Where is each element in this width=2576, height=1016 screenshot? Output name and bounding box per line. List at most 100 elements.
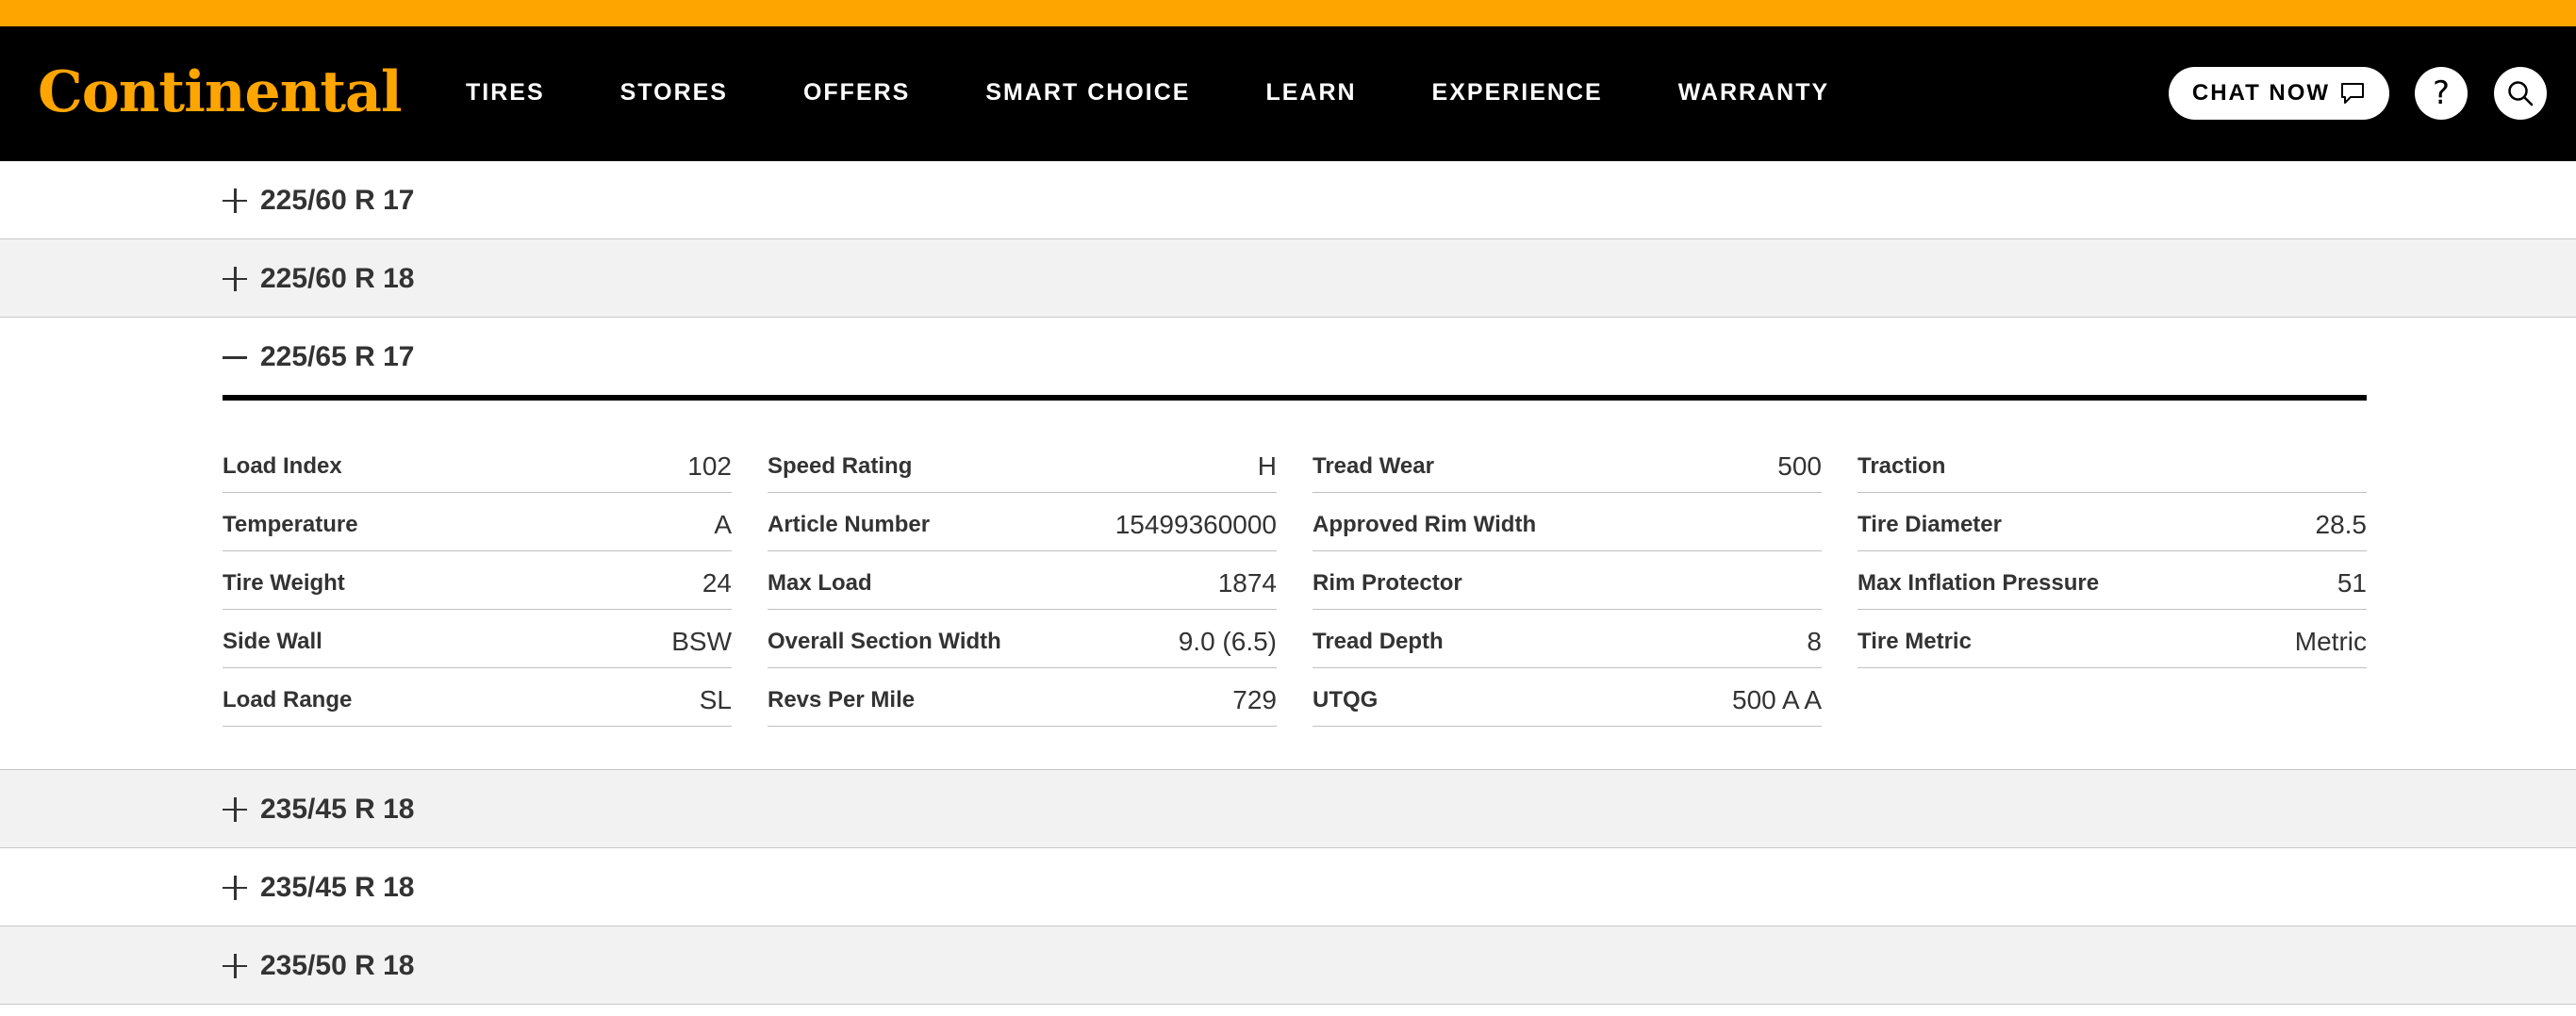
spec-row: Load Index 102 (223, 434, 732, 493)
spec-label: Tread Wear (1313, 452, 1434, 479)
spec-row: Tire Weight 24 (223, 551, 732, 610)
spec-row: Article Number 15499360000 (768, 493, 1277, 551)
plus-icon (223, 188, 247, 213)
size-label: 225/60 R 17 (260, 184, 415, 216)
spec-value: 15499360000 (1115, 509, 1277, 539)
search-button[interactable] (2494, 67, 2547, 120)
chat-bubble-icon (2341, 83, 2365, 104)
plus-icon (223, 266, 247, 291)
spec-value: 500 A A (1732, 684, 1822, 714)
spec-label: Article Number (768, 511, 931, 537)
spec-label: Load Range (223, 686, 353, 713)
spec-label: Rim Protector (1313, 569, 1462, 596)
size-row-toggle[interactable]: 235/45 R 18 (223, 848, 414, 926)
spec-row: Tread Wear 500 (1313, 434, 1822, 493)
spec-row: UTQG 500 A A (1313, 668, 1822, 727)
spec-value: 51 (2337, 567, 2367, 598)
spec-value: 729 (1232, 684, 1277, 714)
spec-row: Max Load 1874 (768, 551, 1277, 610)
size-row: 225/60 R 18 (0, 239, 2576, 318)
size-label: 225/60 R 18 (260, 262, 415, 294)
minus-icon (223, 345, 247, 369)
spec-column: Traction Tire Diameter 28.5 Max Inflation… (1858, 434, 2367, 668)
spec-value: 28.5 (2315, 509, 2368, 539)
spec-label: Approved Rim Width (1313, 511, 1537, 537)
size-row: 235/45 R 18 (0, 848, 2576, 926)
size-row: 225/60 R 17 (0, 161, 2576, 239)
spec-label: UTQG (1313, 686, 1379, 713)
spec-row: Side Wall BSW (223, 610, 732, 668)
spec-label: Max Inflation Pressure (1858, 569, 2100, 596)
nav-stores[interactable]: STORES (620, 72, 728, 113)
size-label: 235/45 R 18 (260, 871, 415, 903)
spec-value: BSW (671, 626, 732, 656)
spec-label: Overall Section Width (768, 628, 1001, 654)
search-icon (2508, 81, 2534, 107)
size-label: 225/65 R 17 (260, 341, 415, 372)
nav-experience[interactable]: EXPERIENCE (1432, 72, 1603, 113)
size-label: 235/50 R 18 (260, 949, 415, 981)
spec-value: SL (699, 684, 732, 714)
spec-row: Speed Rating H (768, 434, 1277, 493)
spec-row: Traction (1858, 434, 2367, 493)
logo-wordmark: Continental (38, 59, 403, 125)
nav-tires[interactable]: TIRES (466, 72, 545, 113)
plus-icon (223, 953, 247, 978)
spec-label: Revs Per Mile (768, 686, 916, 713)
size-label: 235/45 R 18 (260, 793, 415, 825)
spec-label: Tire Metric (1858, 628, 1972, 654)
size-row: 235/50 R 18 (0, 926, 2576, 1005)
spec-row: Tire Diameter 28.5 (1858, 493, 2367, 551)
nav-smart-choice[interactable]: SMART CHOICE (985, 72, 1190, 113)
spec-row: Tread Depth 8 (1313, 610, 1822, 668)
spec-label: Side Wall (223, 628, 322, 654)
size-row-toggle[interactable]: 235/50 R 18 (223, 926, 414, 1005)
spec-column: Tread Wear 500 Approved Rim Width Rim Pro… (1313, 434, 1822, 727)
help-icon: ? (2432, 74, 2451, 112)
main-nav: TIRES STORES OFFERS SMART CHOICE LEARN E… (466, 72, 1905, 113)
spec-label: Tread Depth (1313, 628, 1444, 654)
help-button[interactable]: ? (2415, 67, 2468, 120)
spec-column: Load Index 102 Temperature A Tire Weight 24… (223, 434, 732, 727)
plus-icon (223, 875, 247, 900)
spec-row: Temperature A (223, 493, 732, 551)
spec-row: Overall Section Width 9.0 (6.5) (768, 610, 1277, 668)
spec-value: 102 (687, 451, 732, 481)
spec-row: Rim Protector (1313, 551, 1822, 610)
spec-label: Tire Diameter (1858, 511, 2002, 537)
spec-row: Revs Per Mile 729 (768, 668, 1277, 727)
nav-learn[interactable]: LEARN (1265, 72, 1356, 113)
spec-value: Metric (2294, 626, 2367, 656)
size-row-toggle[interactable]: 225/65 R 17 (223, 318, 414, 397)
spec-value: 8 (1807, 626, 1822, 656)
spec-label: Max Load (768, 569, 872, 596)
spec-value: 1874 (1217, 567, 1277, 598)
expanded-divider (223, 395, 2367, 401)
continental-logo[interactable]: Continental (38, 55, 403, 130)
spec-label: Traction (1858, 452, 1946, 479)
spec-row: Max Inflation Pressure 51 (1858, 551, 2367, 610)
spec-label: Temperature (223, 511, 358, 537)
nav-offers[interactable]: OFFERS (803, 72, 910, 113)
spec-value: 24 (702, 567, 732, 598)
spec-value: A (714, 509, 732, 539)
spec-label: Load Index (223, 452, 342, 479)
spec-value: H (1257, 451, 1277, 481)
size-row: 235/45 R 18 (0, 770, 2576, 848)
size-row-toggle[interactable]: 235/45 R 18 (223, 770, 414, 848)
spec-row: Approved Rim Width (1313, 493, 1822, 551)
spec-column: Speed Rating H Article Number 15499360000 … (768, 434, 1277, 727)
spec-row: Tire Metric Metric (1858, 610, 2367, 668)
spec-label: Speed Rating (768, 452, 913, 479)
spec-value: 9.0 (6.5) (1178, 626, 1277, 656)
top-accent-bar (0, 0, 2576, 26)
chat-now-label: CHAT NOW (2191, 80, 2331, 106)
plus-icon (223, 796, 247, 822)
nav-warranty[interactable]: WARRANTY (1678, 72, 1829, 113)
spec-value: 500 (1777, 451, 1822, 481)
chat-now-button[interactable]: CHAT NOW (2169, 67, 2389, 120)
site-header: Continental TIRES STORES OFFERS SMART CH… (0, 26, 2576, 161)
size-row-toggle[interactable]: 225/60 R 17 (223, 161, 414, 239)
spec-row: Load Range SL (223, 668, 732, 727)
size-row-toggle[interactable]: 225/60 R 18 (223, 239, 414, 318)
